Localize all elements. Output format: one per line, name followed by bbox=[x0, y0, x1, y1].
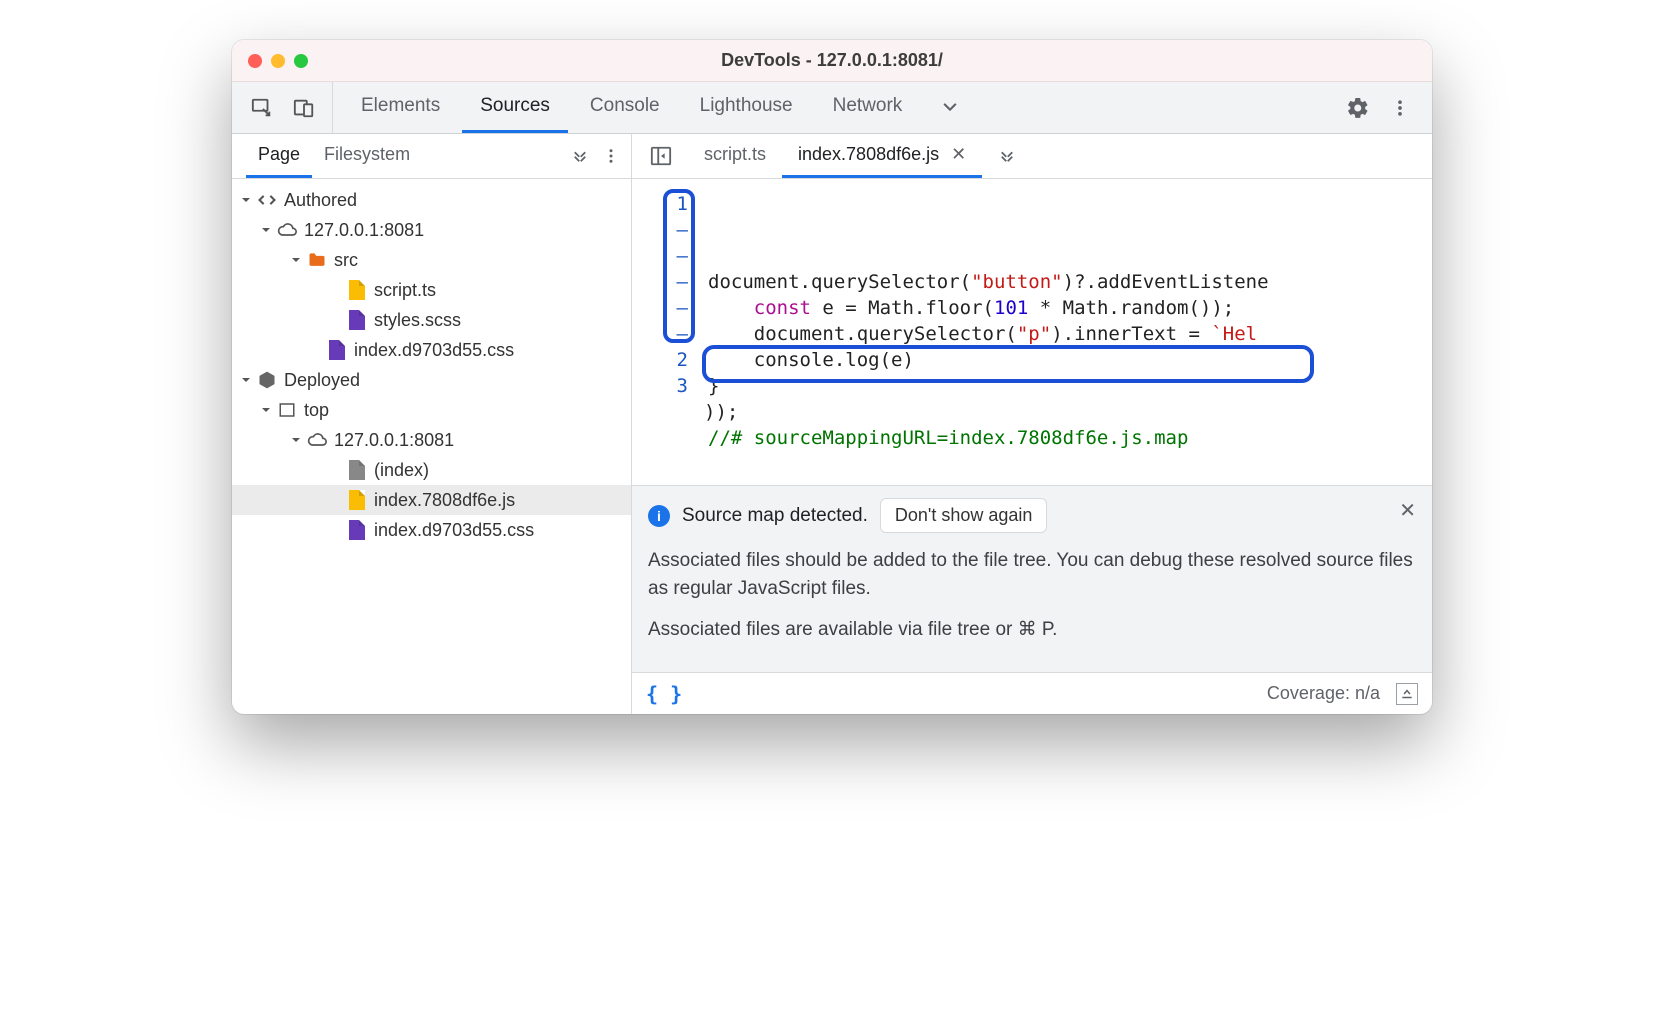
tree-deployed[interactable]: Deployed bbox=[232, 365, 631, 395]
editor-statusbar: { } Coverage: n/a bbox=[632, 672, 1432, 714]
line-number[interactable]: 2 bbox=[632, 347, 688, 373]
infobar-body-2: Associated files are available via file … bbox=[648, 616, 1416, 644]
tree-folder-src[interactable]: src bbox=[232, 245, 631, 275]
dont-show-again-button[interactable]: Don't show again bbox=[880, 498, 1048, 533]
maximize-window-button[interactable] bbox=[294, 54, 308, 68]
toolbar-left bbox=[232, 82, 333, 133]
titlebar: DevTools - 127.0.0.1:8081/ bbox=[232, 40, 1432, 82]
code-icon bbox=[256, 189, 278, 211]
twisty-icon bbox=[288, 252, 304, 268]
infobar-body-1: Associated files should be added to the … bbox=[648, 547, 1416, 602]
main-tabs: ElementsSourcesConsoleLighthouseNetwork bbox=[333, 82, 930, 133]
tree-label: 127.0.0.1:8081 bbox=[334, 430, 454, 451]
info-icon: i bbox=[648, 505, 670, 527]
editor-tabs-overflow[interactable] bbox=[988, 134, 1026, 178]
tree-label: index.d9703d55.css bbox=[354, 340, 514, 361]
file-icon bbox=[326, 339, 348, 361]
twisty-icon bbox=[258, 222, 274, 238]
tree-frame-top[interactable]: top bbox=[232, 395, 631, 425]
tree-label: Deployed bbox=[284, 370, 360, 391]
twisty-icon bbox=[238, 372, 254, 388]
tree-label: index.d9703d55.css bbox=[374, 520, 534, 541]
devtools-window: DevTools - 127.0.0.1:8081/ ElementsSourc… bbox=[232, 40, 1432, 714]
tree-label: 127.0.0.1:8081 bbox=[304, 220, 424, 241]
file-icon bbox=[346, 489, 368, 511]
sourcemap-infobar: i Source map detected. Don't show again … bbox=[632, 485, 1432, 672]
main-tab-sources[interactable]: Sources bbox=[462, 82, 568, 133]
line-gutter[interactable]: 1–––––23 bbox=[632, 179, 698, 485]
navigator-kebab-icon[interactable] bbox=[599, 144, 623, 168]
cloud-icon bbox=[276, 219, 298, 241]
frame-icon bbox=[276, 399, 298, 421]
tree-host-deployed[interactable]: 127.0.0.1:8081 bbox=[232, 425, 631, 455]
tree-file[interactable]: script.ts bbox=[232, 275, 631, 305]
editor-pane: script.tsindex.7808df6e.js✕ 1–––––23 doc… bbox=[632, 134, 1432, 714]
file-icon bbox=[346, 519, 368, 541]
show-drawer-icon[interactable] bbox=[1396, 683, 1418, 705]
code-area[interactable]: 1–––––23 document.querySelector("button"… bbox=[632, 179, 1432, 485]
folder-icon bbox=[306, 249, 328, 271]
inspect-element-icon[interactable] bbox=[250, 96, 274, 120]
editor-tab[interactable]: index.7808df6e.js✕ bbox=[782, 134, 982, 178]
twisty-icon bbox=[258, 402, 274, 418]
tree-file[interactable]: (index) bbox=[232, 455, 631, 485]
tree-label: (index) bbox=[374, 460, 429, 481]
window-title: DevTools - 127.0.0.1:8081/ bbox=[232, 50, 1432, 71]
tree-authored[interactable]: Authored bbox=[232, 185, 631, 215]
nav-tab-page[interactable]: Page bbox=[246, 134, 312, 178]
tree-file[interactable]: index.d9703d55.css bbox=[232, 335, 631, 365]
tree-host-authored[interactable]: 127.0.0.1:8081 bbox=[232, 215, 631, 245]
main-tabs-overflow[interactable] bbox=[930, 82, 970, 133]
annotation-box-sourcemap bbox=[702, 345, 1314, 383]
close-window-button[interactable] bbox=[248, 54, 262, 68]
coverage-label: Coverage: n/a bbox=[1267, 683, 1380, 704]
main-tab-console[interactable]: Console bbox=[572, 82, 678, 133]
close-tab-icon[interactable]: ✕ bbox=[949, 144, 966, 165]
nav-tab-filesystem[interactable]: Filesystem bbox=[312, 134, 422, 178]
file-icon bbox=[346, 459, 368, 481]
tree-label: script.ts bbox=[374, 280, 436, 301]
kebab-menu-icon[interactable] bbox=[1388, 96, 1412, 120]
sources-sidebar: PageFilesystem Authored127.0 bbox=[232, 134, 632, 714]
tree-label: Authored bbox=[284, 190, 357, 211]
infobar-title: Source map detected. bbox=[682, 505, 868, 527]
annotation-box-gutter bbox=[663, 189, 695, 343]
main-tab-network[interactable]: Network bbox=[815, 82, 921, 133]
infobar-close-icon[interactable]: ✕ bbox=[1399, 498, 1416, 523]
main-tab-lighthouse[interactable]: Lighthouse bbox=[682, 82, 811, 133]
tree-file[interactable]: index.d9703d55.css bbox=[232, 515, 631, 545]
traffic-lights bbox=[248, 54, 308, 68]
code-text[interactable]: document.querySelector("button")?.addEve… bbox=[698, 179, 1432, 485]
tree-label: top bbox=[304, 400, 329, 421]
twisty-icon bbox=[238, 192, 254, 208]
main-toolbar: ElementsSourcesConsoleLighthouseNetwork bbox=[232, 82, 1432, 134]
tree-label: styles.scss bbox=[374, 310, 461, 331]
tree-file[interactable]: index.7808df6e.js bbox=[232, 485, 631, 515]
cube-icon bbox=[256, 369, 278, 391]
pretty-print-icon[interactable]: { } bbox=[646, 682, 682, 706]
main-tab-elements[interactable]: Elements bbox=[343, 82, 458, 133]
file-tree: Authored 127.0.0.1:8081 src script.ts styles… bbox=[232, 179, 631, 714]
file-icon bbox=[346, 309, 368, 331]
line-number[interactable]: 3 bbox=[632, 373, 688, 399]
toggle-navigator-icon[interactable] bbox=[640, 134, 682, 178]
content: PageFilesystem Authored127.0 bbox=[232, 134, 1432, 714]
cloud-icon bbox=[306, 429, 328, 451]
navigator-tabs: PageFilesystem bbox=[232, 134, 631, 179]
device-toolbar-icon[interactable] bbox=[292, 96, 316, 120]
editor-tab[interactable]: script.ts bbox=[688, 134, 782, 178]
file-icon bbox=[346, 279, 368, 301]
minimize-window-button[interactable] bbox=[271, 54, 285, 68]
tree-label: src bbox=[334, 250, 358, 271]
editor-tabs: script.tsindex.7808df6e.js✕ bbox=[632, 134, 1432, 179]
tree-label: index.7808df6e.js bbox=[374, 490, 515, 511]
twisty-icon bbox=[288, 432, 304, 448]
tree-file[interactable]: styles.scss bbox=[232, 305, 631, 335]
navigator-overflow-icon[interactable] bbox=[571, 147, 589, 165]
settings-icon[interactable] bbox=[1346, 96, 1370, 120]
